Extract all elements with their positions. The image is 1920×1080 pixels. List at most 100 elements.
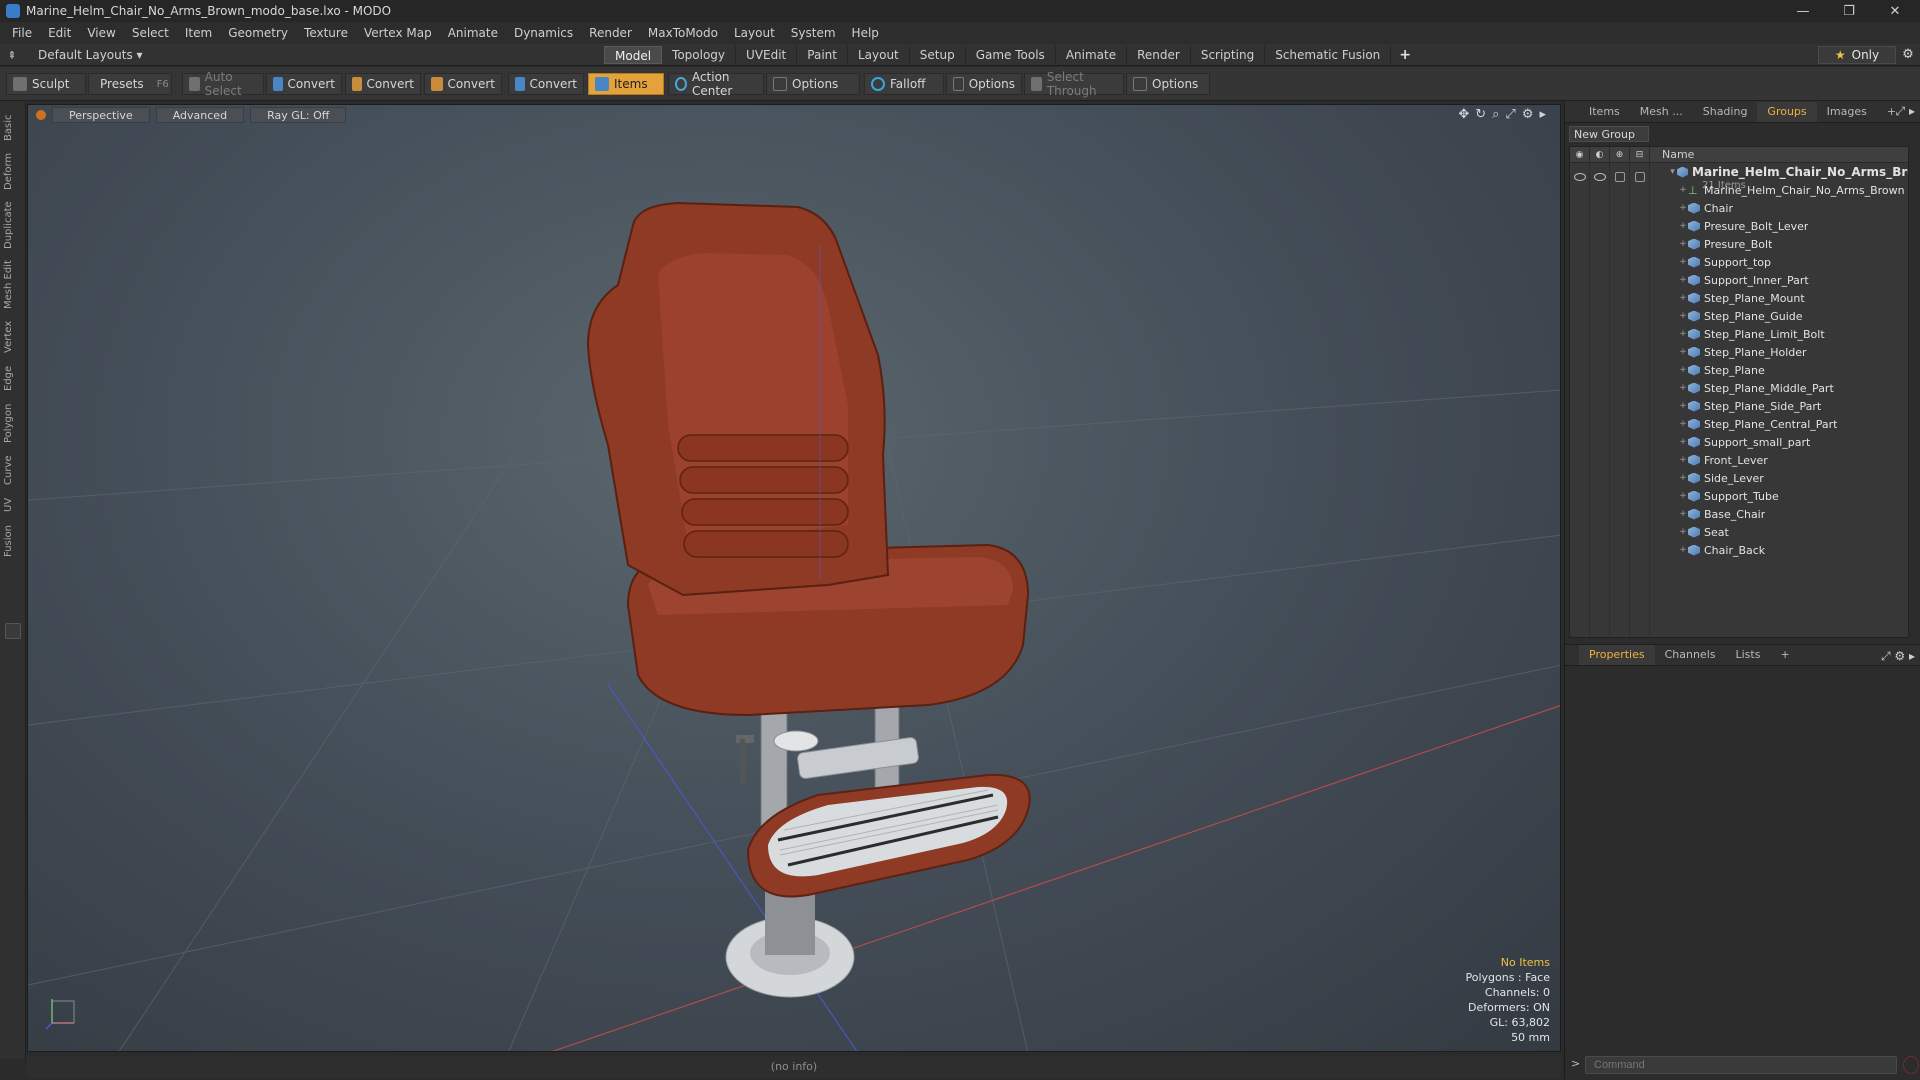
list-item[interactable]: + ⊥ Marine_Helm_Chair_No_Arms_Brown: [1570, 181, 1908, 199]
auto-select-button[interactable]: Auto Select: [182, 70, 264, 98]
layout-picker[interactable]: ⇞ Default Layouts ▾: [0, 44, 142, 66]
tab-uvedit[interactable]: UVEdit: [736, 46, 798, 64]
menu-geometry[interactable]: Geometry: [220, 22, 296, 44]
list-item[interactable]: + Step_Plane_Holder: [1570, 343, 1908, 361]
expand-icon[interactable]: +: [1678, 257, 1688, 267]
only-button[interactable]: ★ Only: [1818, 46, 1896, 64]
raygl-toggle-button[interactable]: Ray GL: Off: [250, 107, 347, 123]
list-item[interactable]: + Seat: [1570, 523, 1908, 541]
shading-advanced-button[interactable]: Advanced: [155, 107, 245, 123]
list-item[interactable]: + Step_Plane_Central_Part: [1570, 415, 1908, 433]
convert-edge-button[interactable]: Convert: [345, 73, 421, 95]
list-item[interactable]: + Support_Tube: [1570, 487, 1908, 505]
menu-maxtomodo[interactable]: MaxToModo: [640, 22, 726, 44]
menu-render[interactable]: Render: [581, 22, 640, 44]
panel-expand-icon[interactable]: ⤢ ▸: [1896, 104, 1915, 119]
expand-icon[interactable]: +: [1678, 221, 1688, 231]
3d-viewport[interactable]: Perspective Advanced Ray GL: Off ✥ ↻ ⌕ ⤢…: [27, 104, 1561, 1052]
tab-topology[interactable]: Topology: [662, 46, 737, 64]
tab-scripting[interactable]: Scripting: [1191, 46, 1266, 64]
fit-icon[interactable]: ⤢: [1505, 107, 1515, 122]
tab-lists[interactable]: Lists: [1726, 645, 1771, 665]
list-item[interactable]: + Step_Plane_Middle_Part: [1570, 379, 1908, 397]
vtab-uv[interactable]: UV: [3, 493, 23, 517]
menu-help[interactable]: Help: [844, 22, 887, 44]
tab-animate[interactable]: Animate: [1056, 46, 1128, 64]
command-input[interactable]: [1585, 1056, 1897, 1074]
menu-animate[interactable]: Animate: [440, 22, 506, 44]
list-item[interactable]: + Step_Plane_Side_Part: [1570, 397, 1908, 415]
select-through-options-button[interactable]: Options: [1126, 73, 1210, 95]
tab-game-tools[interactable]: Game Tools: [966, 46, 1056, 64]
add-properties-tab-button[interactable]: +: [1770, 645, 1799, 665]
list-item[interactable]: + Step_Plane_Mount: [1570, 289, 1908, 307]
tab-paint[interactable]: Paint: [797, 46, 848, 64]
visibility-col-icon[interactable]: ◉: [1570, 146, 1590, 163]
vtab-deform[interactable]: Deform: [3, 149, 23, 193]
viewport-settings-icon[interactable]: ⚙: [1522, 107, 1534, 122]
group-row[interactable]: ▾ Marine_Helm_Chair_No_Arms_Bro...: [1570, 163, 1908, 181]
expand-icon[interactable]: +: [1678, 239, 1688, 249]
list-item[interactable]: + Step_Plane_Guide: [1570, 307, 1908, 325]
menu-layout[interactable]: Layout: [726, 22, 783, 44]
rotate-icon[interactable]: ↻: [1475, 107, 1486, 122]
expand-icon[interactable]: +: [1678, 311, 1688, 321]
list-item[interactable]: + Chair_Back: [1570, 541, 1908, 559]
expand-icon[interactable]: +: [1678, 203, 1688, 213]
pan-icon[interactable]: ✥: [1458, 107, 1469, 122]
tab-mesh[interactable]: Mesh ...: [1630, 102, 1693, 122]
vtab-basic[interactable]: Basic: [3, 109, 23, 147]
expand-icon[interactable]: +: [1678, 509, 1688, 519]
vtab-mesh-edit[interactable]: Mesh Edit: [3, 257, 23, 313]
menu-view[interactable]: View: [79, 22, 123, 44]
viewport-expand-icon[interactable]: ▸: [1539, 107, 1546, 122]
vtab-duplicate[interactable]: Duplicate: [3, 197, 23, 253]
tab-channels[interactable]: Channels: [1655, 645, 1726, 665]
close-icon[interactable]: ✕: [1872, 0, 1918, 22]
properties-settings-icon[interactable]: ⤢ ⚙ ▸: [1881, 649, 1915, 664]
render-col-icon[interactable]: ◐: [1590, 146, 1610, 163]
vtab-vertex[interactable]: Vertex: [3, 317, 23, 357]
sculpt-button[interactable]: Sculpt: [6, 73, 86, 95]
gear-icon[interactable]: ⚙: [1896, 46, 1920, 64]
menu-select[interactable]: Select: [124, 22, 177, 44]
list-item[interactable]: + Step_Plane: [1570, 361, 1908, 379]
items-mode-button[interactable]: Items: [588, 73, 664, 95]
name-column-header[interactable]: Name: [1650, 148, 1694, 161]
select-through-button[interactable]: Select Through: [1024, 70, 1124, 98]
expand-icon[interactable]: +: [1678, 419, 1688, 429]
action-center-button[interactable]: Action Center: [668, 70, 764, 98]
tab-layout[interactable]: Layout: [848, 46, 910, 64]
tab-properties[interactable]: Properties: [1579, 645, 1655, 665]
expand-icon[interactable]: +: [1678, 473, 1688, 483]
tab-model[interactable]: Model: [604, 46, 663, 64]
tab-items[interactable]: Items: [1579, 102, 1630, 122]
expand-icon[interactable]: +: [1678, 437, 1688, 447]
menu-dynamics[interactable]: Dynamics: [506, 22, 581, 44]
tab-schematic-fusion[interactable]: Schematic Fusion: [1265, 46, 1392, 64]
zoom-icon[interactable]: ⌕: [1492, 107, 1499, 122]
menu-system[interactable]: System: [783, 22, 844, 44]
tab-images[interactable]: Images: [1817, 102, 1877, 122]
minimize-icon[interactable]: —: [1780, 0, 1826, 22]
list-item[interactable]: + Support_small_part: [1570, 433, 1908, 451]
add-tab-button[interactable]: +: [1391, 46, 1419, 64]
list-item[interactable]: + Step_Plane_Limit_Bolt: [1570, 325, 1908, 343]
presets-button[interactable]: Presets F6: [88, 73, 172, 95]
expand-icon[interactable]: +: [1678, 365, 1688, 375]
list-item[interactable]: + Chair: [1570, 199, 1908, 217]
list-item[interactable]: + Support_Inner_Part: [1570, 271, 1908, 289]
list-item[interactable]: + Side_Lever: [1570, 469, 1908, 487]
new-group-button[interactable]: New Group: [1569, 126, 1649, 142]
lock-col-icon[interactable]: ⊕: [1610, 146, 1630, 163]
vtab-fusion[interactable]: Fusion: [3, 521, 23, 561]
view-perspective-button[interactable]: Perspective: [52, 107, 150, 123]
left-panel-toggle-button[interactable]: [5, 623, 21, 639]
list-item[interactable]: + Front_Lever: [1570, 451, 1908, 469]
convert-vertex-button[interactable]: Convert: [266, 73, 342, 95]
tab-shading[interactable]: Shading: [1693, 102, 1758, 122]
command-history-icon[interactable]: >: [1571, 1057, 1580, 1070]
tab-render[interactable]: Render: [1127, 46, 1191, 64]
tab-setup[interactable]: Setup: [910, 46, 966, 64]
vtab-curve[interactable]: Curve: [3, 451, 23, 489]
